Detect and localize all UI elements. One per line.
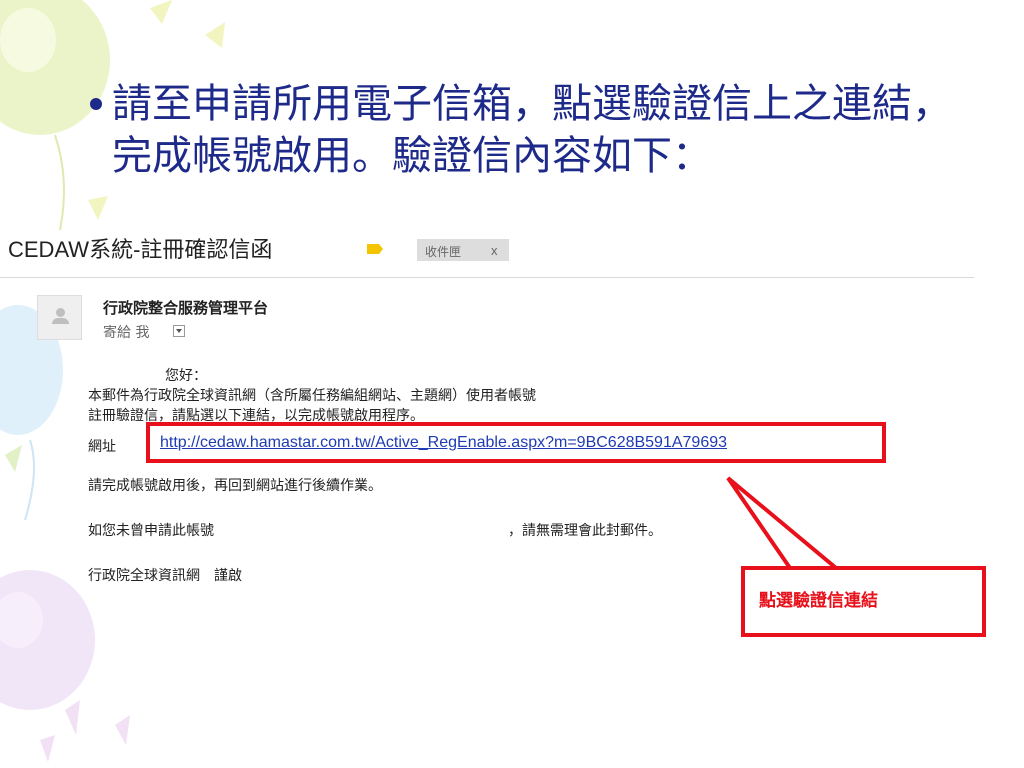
recipient-details-dropdown-icon[interactable] (173, 325, 185, 337)
sender-avatar (37, 295, 82, 340)
sender-name[interactable]: 行政院整合服務管理平台 (103, 297, 268, 318)
avatar-head (56, 308, 65, 317)
instruction-text: 請至申請所用電子信箱，點選驗證信上之連結，完成帳號啟用。驗證信內容如下： (112, 81, 952, 179)
email-subject: CEDAW系統-註冊確認信函 (8, 237, 273, 262)
avatar-body (52, 318, 69, 324)
link-highlight-box (146, 422, 886, 463)
body-line-1: 本郵件為行政院全球資訊網（含所屬任務編組網站、主題網）使用者帳號 (88, 388, 536, 404)
body-not-applied-prefix: 如您未曾申請此帳號 (88, 523, 214, 539)
url-label: 網址 (88, 439, 116, 455)
body-signature: 行政院全球資訊網 謹啟 (88, 568, 242, 584)
body-not-applied-suffix: ，請無需理會此封郵件。 (508, 523, 662, 539)
recipient-line: 寄給 我 (103, 325, 150, 341)
body-greeting: 您好： (165, 368, 207, 384)
body-after-activation: 請完成帳號啟用後，再回到網站進行後續作業。 (88, 478, 382, 494)
callout-box: 點選驗證信連結 (741, 566, 986, 637)
remove-label-icon[interactable]: x (491, 243, 498, 258)
inbox-label-chip[interactable]: 收件匣 x (417, 239, 509, 261)
bullet-dot (90, 98, 102, 110)
email-subject-row: CEDAW系統-註冊確認信函 收件匣 x (0, 222, 974, 278)
callout-text: 點選驗證信連結 (759, 591, 878, 611)
email-view: CEDAW系統-註冊確認信函 收件匣 x 行政院整合服務管理平台 寄給 我 您好… (0, 222, 1024, 768)
label-tag-icon[interactable] (367, 244, 383, 254)
inbox-label-text: 收件匣 (425, 245, 462, 259)
